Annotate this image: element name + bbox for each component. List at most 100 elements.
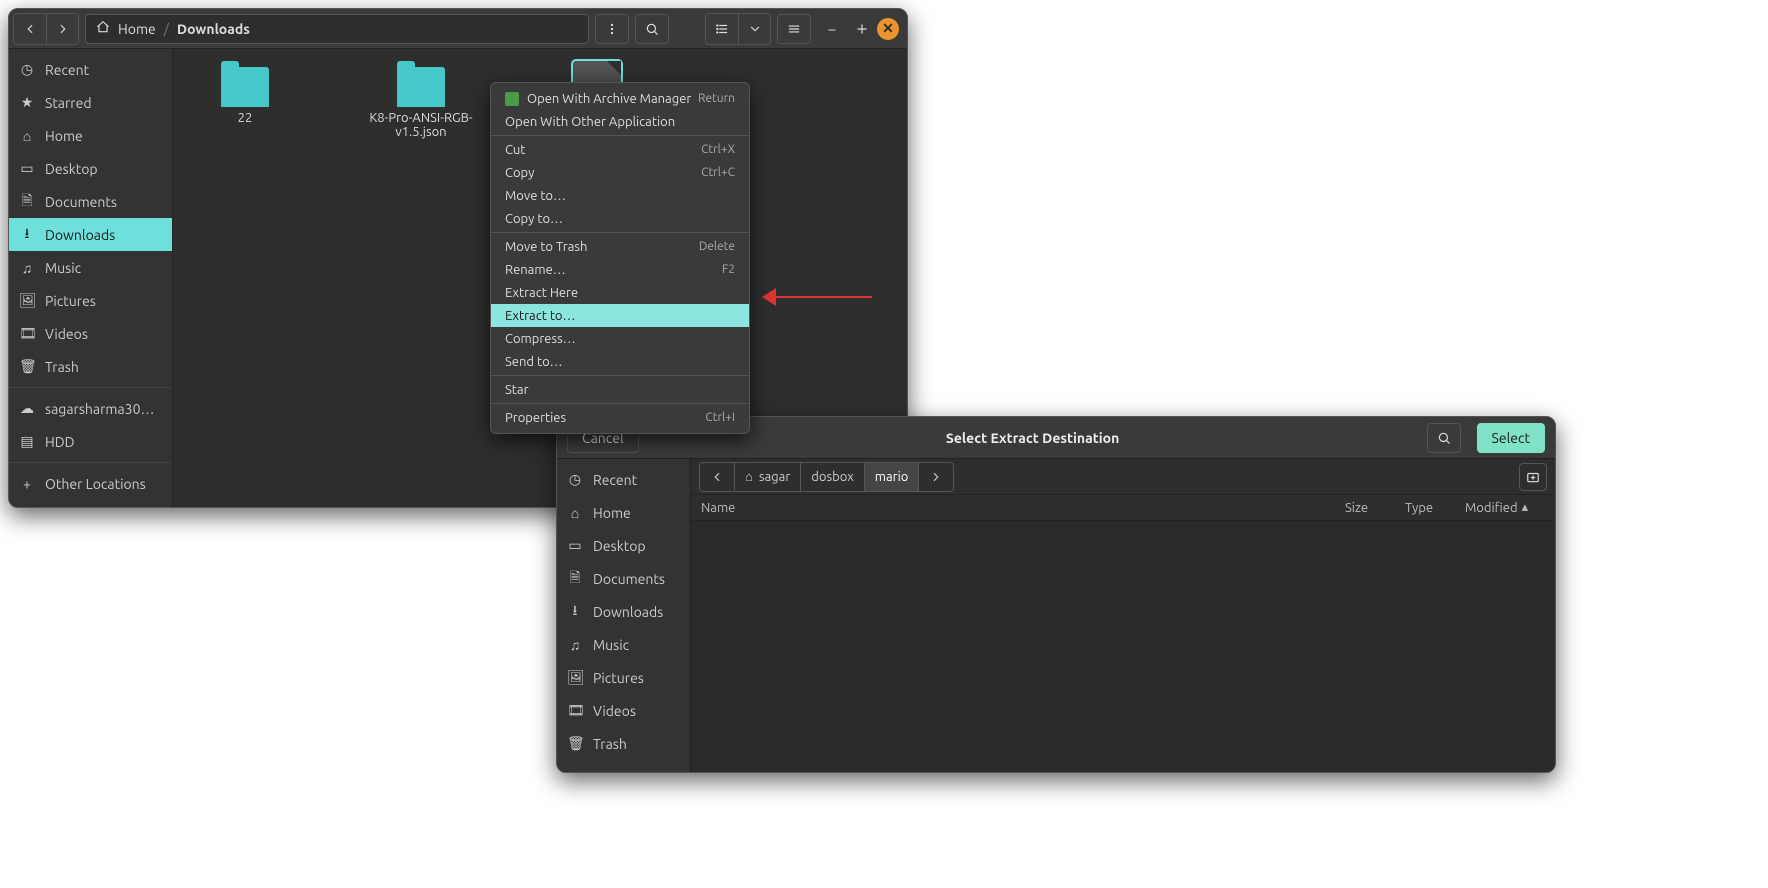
col-size[interactable]: Size <box>1345 501 1405 515</box>
hdd-icon: ▤ <box>19 433 35 450</box>
sidebar-item-documents[interactable]: 🗎Documents <box>9 185 172 218</box>
download-icon: ⭳ <box>567 600 583 624</box>
ctx-open-other[interactable]: Open With Other Application <box>491 110 749 133</box>
col-name[interactable]: Name <box>691 501 1345 515</box>
dialog-search-button[interactable] <box>1427 423 1461 453</box>
d-sidebar-downloads[interactable]: ⭳Downloads <box>557 595 690 628</box>
ctx-move-to[interactable]: Move to… <box>491 184 749 207</box>
trash-icon: 🗑 <box>19 358 35 375</box>
picture-icon: 🖼 <box>567 669 583 686</box>
sidebar: ◷Recent ★Starred ⌂Home ▭Desktop 🗎Documen… <box>9 49 173 507</box>
sidebar-item-pictures[interactable]: 🖼Pictures <box>9 284 172 317</box>
titlebar: Home / Downloads – ✕ <box>9 9 907 49</box>
document-icon: 🗎 <box>567 567 583 591</box>
breadcrumb-sep: / <box>164 21 169 37</box>
column-headers: Name Size Type Modified▴ <box>691 495 1555 521</box>
sidebar-item-gdrive[interactable]: ☁sagarsharma3012200… <box>9 392 172 425</box>
view-dropdown-button[interactable] <box>738 14 770 44</box>
home-icon: ⌂ <box>745 469 753 484</box>
home-icon <box>96 20 110 37</box>
path-forward-button[interactable] <box>918 463 953 491</box>
d-sidebar-home[interactable]: ⌂Home <box>557 496 690 529</box>
nav-buttons <box>13 13 79 45</box>
breadcrumb-home[interactable]: Home <box>118 21 156 37</box>
ctx-send-to[interactable]: Send to… <box>491 350 749 373</box>
path-segments: ⌂sagar dosbox mario <box>699 462 954 492</box>
document-icon: 🗎 <box>19 190 35 214</box>
col-modified[interactable]: Modified▴ <box>1465 500 1555 515</box>
sidebar-item-recent[interactable]: ◷Recent <box>9 53 172 86</box>
file-label: 22 <box>238 111 253 125</box>
hamburger-menu-button[interactable] <box>777 14 811 44</box>
ctx-compress[interactable]: Compress… <box>491 327 749 350</box>
ctx-extract-to[interactable]: Extract to… <box>491 304 749 327</box>
ctx-star[interactable]: Star <box>491 378 749 401</box>
sidebar-item-home[interactable]: ⌂Home <box>9 119 172 152</box>
sidebar-item-downloads[interactable]: ⭳Downloads <box>9 218 172 251</box>
ctx-copy-to[interactable]: Copy to… <box>491 207 749 230</box>
sidebar-item-desktop[interactable]: ▭Desktop <box>9 152 172 185</box>
annotation-arrow <box>762 288 872 306</box>
archive-manager-icon <box>505 92 519 106</box>
maximize-button[interactable] <box>847 14 877 44</box>
dialog-sidebar: ◷Recent ⌂Home ▭Desktop 🗎Documents ⭳Downl… <box>557 459 691 772</box>
back-button[interactable] <box>14 14 46 44</box>
sidebar-item-other[interactable]: +Other Locations <box>9 467 172 500</box>
drive-icon: ☁ <box>19 400 35 417</box>
d-sidebar-music[interactable]: ♫Music <box>557 628 690 661</box>
d-sidebar-pictures[interactable]: 🖼Pictures <box>557 661 690 694</box>
clock-icon: ◷ <box>567 471 583 488</box>
new-folder-button[interactable] <box>1519 463 1547 491</box>
kebab-menu-button[interactable] <box>595 14 629 44</box>
video-icon: 🎞 <box>567 702 583 719</box>
ctx-extract-here[interactable]: Extract Here <box>491 281 749 304</box>
minimize-button[interactable]: – <box>817 14 847 44</box>
ctx-rename[interactable]: Rename…F2 <box>491 258 749 281</box>
picture-icon: 🖼 <box>19 292 35 309</box>
col-type[interactable]: Type <box>1405 501 1465 515</box>
path-seg-dosbox[interactable]: dosbox <box>800 463 864 491</box>
forward-button[interactable] <box>46 14 78 44</box>
desktop-icon: ▭ <box>567 537 583 554</box>
star-icon: ★ <box>19 94 35 111</box>
d-sidebar-videos[interactable]: 🎞Videos <box>557 694 690 727</box>
path-seg-mario[interactable]: mario <box>864 463 919 491</box>
ctx-copy[interactable]: CopyCtrl+C <box>491 161 749 184</box>
select-button[interactable]: Select <box>1477 423 1545 453</box>
dialog-title: Select Extract Destination <box>649 430 1417 446</box>
dialog-body: ◷Recent ⌂Home ▭Desktop 🗎Documents ⭳Downl… <box>557 459 1555 772</box>
search-button[interactable] <box>635 14 669 44</box>
breadcrumb[interactable]: Home / Downloads <box>85 14 589 44</box>
context-menu: Open With Archive ManagerReturn Open Wit… <box>490 82 750 434</box>
breadcrumb-current: Downloads <box>177 21 250 37</box>
d-sidebar-desktop[interactable]: ▭Desktop <box>557 529 690 562</box>
close-button[interactable]: ✕ <box>877 18 899 40</box>
sidebar-item-starred[interactable]: ★Starred <box>9 86 172 119</box>
d-sidebar-recent[interactable]: ◷Recent <box>557 463 690 496</box>
path-seg-sagar[interactable]: ⌂sagar <box>734 463 800 491</box>
music-icon: ♫ <box>19 260 35 276</box>
sidebar-item-videos[interactable]: 🎞Videos <box>9 317 172 350</box>
ctx-open-archive-manager[interactable]: Open With Archive ManagerReturn <box>491 87 749 110</box>
d-sidebar-documents[interactable]: 🗎Documents <box>557 562 690 595</box>
d-sidebar-trash[interactable]: 🗑Trash <box>557 727 690 760</box>
ctx-cut[interactable]: CutCtrl+X <box>491 138 749 161</box>
dialog-content: ⌂sagar dosbox mario Name Size Type Modif… <box>691 459 1555 772</box>
sort-asc-icon: ▴ <box>1522 500 1529 515</box>
sidebar-item-hdd[interactable]: ▤HDD <box>9 425 172 458</box>
file-item-folder-22[interactable]: 22 <box>185 61 305 125</box>
ctx-properties[interactable]: PropertiesCtrl+I <box>491 406 749 429</box>
sidebar-item-music[interactable]: ♫Music <box>9 251 172 284</box>
sidebar-item-trash[interactable]: 🗑Trash <box>9 350 172 383</box>
plus-icon: + <box>19 476 35 492</box>
download-icon: ⭳ <box>19 223 35 247</box>
music-icon: ♫ <box>567 637 583 653</box>
view-switcher <box>705 13 771 45</box>
file-listing[interactable] <box>691 521 1555 772</box>
view-list-button[interactable] <box>706 14 738 44</box>
trash-icon: 🗑 <box>567 735 583 752</box>
ctx-move-trash[interactable]: Move to TrashDelete <box>491 235 749 258</box>
file-item-folder-k8[interactable]: K8-Pro-ANSI-RGB-v1.5.json <box>361 61 481 139</box>
path-back-button[interactable] <box>700 463 734 491</box>
home-icon: ⌂ <box>19 128 35 144</box>
